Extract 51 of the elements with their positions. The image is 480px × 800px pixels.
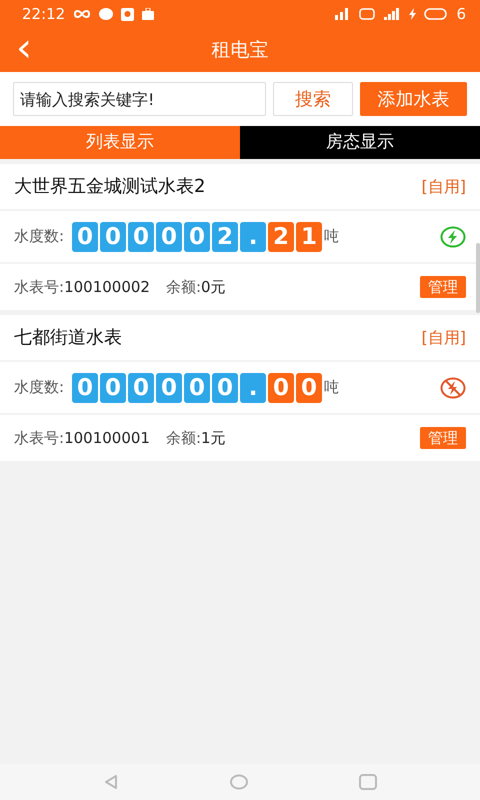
unit-label: 吨 [324,226,340,248]
reading-digit: 0 [128,222,154,252]
reading-digit: 0 [156,372,182,402]
unit-label: 吨 [324,377,340,398]
reading-digit: . [240,222,266,252]
home-nav-icon[interactable] [230,774,248,790]
recents-nav-icon[interactable] [358,774,377,790]
search-button[interactable]: 搜索 [273,82,353,116]
reading-digit: 0 [100,222,126,252]
reading-label: 水度数: [14,377,64,398]
usage-tag: [自用] [422,326,466,350]
infinity-icon [73,9,92,19]
app-icon [121,8,134,20]
view-tab[interactable]: 列表显示 [0,126,240,159]
reading-digit: 2 [268,222,294,252]
balance-text: 余额:0元 [166,276,226,298]
reading-digit: 1 [296,222,322,252]
reading-digit: 0 [184,372,210,402]
clock-time: 22:12 [22,4,66,25]
reading-digit: 0 [72,222,98,252]
add-meter-button[interactable]: 添加水表 [360,82,467,116]
reading-digit: . [240,372,266,402]
battery-level: 6 [456,4,466,25]
reading-digit: 0 [268,372,294,402]
meter-name: 大世界五金城测试水表2 [14,175,206,199]
usage-tag: [自用] [422,174,466,198]
reading-digit: 0 [296,372,322,402]
charging-icon [409,8,416,20]
meter-name: 七都街道水表 [14,326,122,350]
view-tab[interactable]: 房态显示 [240,126,480,159]
reading-digit: 2 [212,222,238,252]
search-field[interactable]: 请输入搜索关键字! [13,82,266,116]
meter-number: 水表号:100100002 [14,276,150,298]
reading-digit: 0 [128,372,154,402]
manage-button[interactable]: 管理 [420,427,466,449]
app-title: 租电宝 [212,38,268,63]
reading-digit: 0 [212,372,238,402]
reading-digit: 0 [72,372,98,402]
manage-button[interactable]: 管理 [420,276,466,298]
back-nav-icon[interactable] [103,774,120,790]
signal-icon [383,8,402,20]
back-button[interactable]: ‹ [16,26,32,70]
reading-label: 水度数: [14,226,64,248]
chat-icon [99,8,114,20]
reading-digit: 0 [100,372,126,402]
reading-digit: 0 [156,222,182,252]
balance-text: 余额:1元 [166,428,226,449]
meter-number: 水表号:100100001 [14,428,150,449]
briefcase-icon [142,8,154,20]
reading-digit: 0 [184,222,210,252]
battery-icon [424,8,448,20]
